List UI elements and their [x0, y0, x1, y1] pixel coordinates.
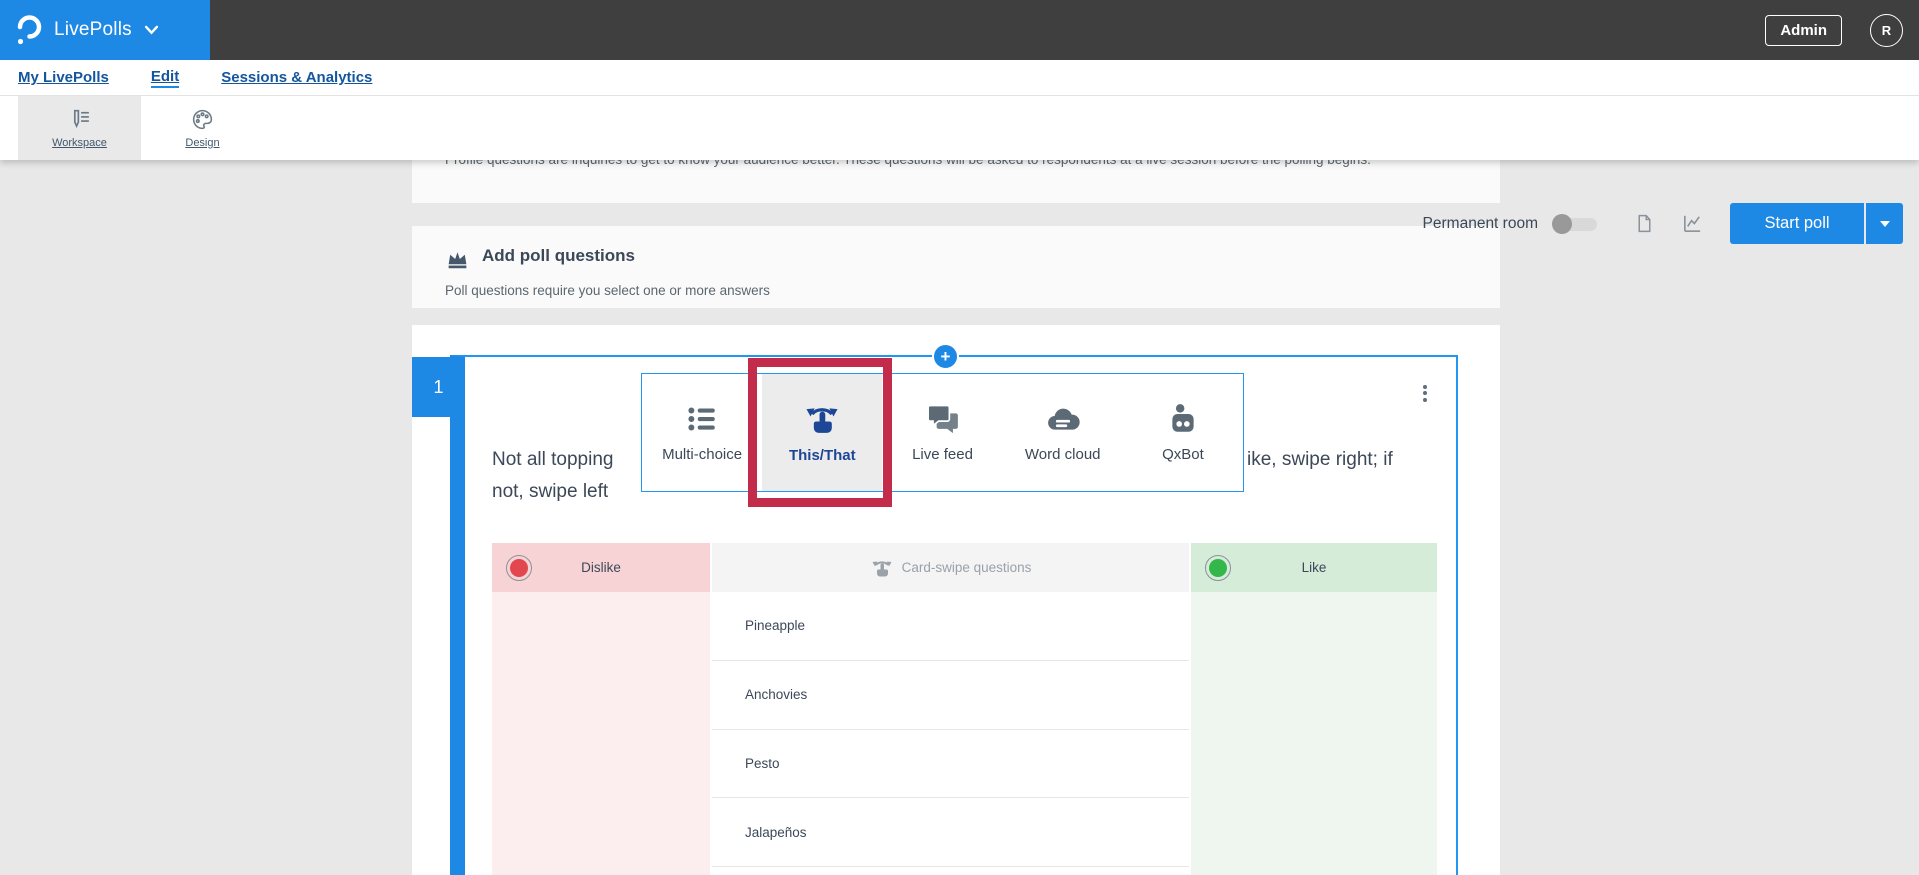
like-radio[interactable] [1205, 554, 1231, 581]
type-option-multi-choice[interactable]: Multi-choice [642, 374, 762, 491]
cloud-icon [1044, 402, 1082, 436]
report-file-icon[interactable] [1634, 212, 1655, 235]
type-option-label: Word cloud [1024, 446, 1101, 463]
type-option-label: This/That [788, 447, 856, 464]
tab-design[interactable]: Design [141, 96, 264, 160]
tab-design-label: Design [185, 137, 220, 149]
livepolls-logo-menu[interactable]: LivePolls [0, 0, 210, 60]
card-swipe-rows: Pineapple Anchovies Pesto Jalapeños [712, 592, 1189, 875]
app-header: LivePolls Admin R [0, 0, 1919, 60]
chat-bubbles-icon [925, 402, 961, 436]
type-option-live-feed[interactable]: Live feed [882, 374, 1002, 491]
question-number-badge: 1 [412, 357, 465, 417]
permanent-room-label: Permanent room [1422, 214, 1538, 232]
swipe-hand-icon [802, 401, 842, 437]
toolbar: Workspace Design Permanent room Start po… [0, 96, 1919, 244]
card-row[interactable]: Anchovies [712, 661, 1189, 730]
like-column [1191, 592, 1437, 875]
type-option-this-that[interactable]: This/That [762, 374, 883, 491]
card-swipe-placeholder: Card-swipe questions [901, 560, 1032, 575]
admin-button[interactable]: Admin [1765, 14, 1842, 46]
permanent-room-toggle[interactable] [1552, 213, 1598, 234]
user-avatar[interactable]: R [1870, 13, 1903, 47]
card-swipe-title-field[interactable]: Card-swipe questions [712, 543, 1189, 592]
profile-questions-section: Profile questions are inquiries to get t… [412, 152, 1500, 203]
main-nav: My LivePolls Edit Sessions & Analytics [0, 60, 1919, 96]
nav-sessions-analytics[interactable]: Sessions & Analytics [221, 69, 372, 86]
type-option-label: Live feed [912, 446, 973, 463]
card-row-partial [712, 867, 1189, 875]
card-row[interactable]: Pesto [712, 730, 1189, 799]
card-row[interactable]: Pineapple [712, 592, 1189, 661]
add-question-button[interactable]: + [932, 343, 959, 370]
type-option-label: QxBot [1162, 446, 1204, 463]
robot-icon [1166, 402, 1200, 436]
chevron-down-icon [144, 25, 159, 35]
start-poll-button[interactable]: Start poll [1730, 203, 1864, 244]
nav-edit[interactable]: Edit [150, 68, 180, 88]
add-poll-questions-subtitle: Poll questions require you select one or… [445, 283, 770, 298]
type-option-word-cloud[interactable]: Word cloud [1003, 374, 1123, 491]
question-text-line2[interactable]: not, swipe left [492, 481, 608, 503]
tab-workspace-label: Workspace [52, 137, 107, 149]
add-poll-questions-section: Add poll questions Poll questions requir… [412, 226, 1500, 308]
nav-my-livepolls[interactable]: My LivePolls [18, 69, 109, 86]
dislike-header[interactable]: Dislike [492, 543, 710, 592]
dislike-radio[interactable] [506, 554, 532, 581]
question-text-left[interactable]: Not all topping [492, 449, 613, 471]
card-row[interactable]: Jalapeños [712, 798, 1189, 867]
add-poll-questions-title: Add poll questions [482, 246, 635, 265]
question-text-right[interactable]: ike, swipe right; if [1247, 449, 1393, 471]
swipe-hand-icon-small [870, 557, 894, 579]
tab-workspace[interactable]: Workspace [18, 96, 141, 160]
list-icon [683, 402, 721, 436]
workspace-icon [66, 107, 93, 132]
type-option-qxbot[interactable]: QxBot [1123, 374, 1243, 491]
dislike-column [492, 592, 710, 875]
question-menu-button[interactable] [1416, 380, 1434, 406]
questionpro-logo-icon [16, 14, 42, 46]
crown-icon [445, 247, 470, 272]
palette-icon [189, 107, 216, 132]
start-poll-dropdown[interactable] [1866, 203, 1903, 244]
analytics-chart-icon[interactable] [1681, 212, 1704, 235]
question-type-popup: Multi-choice This/That Live feed Word cl… [641, 373, 1244, 492]
type-option-label: Multi-choice [662, 446, 743, 463]
like-header[interactable]: Like [1191, 543, 1437, 592]
app-title: LivePolls [54, 19, 132, 40]
chevron-down-icon [1879, 220, 1891, 228]
